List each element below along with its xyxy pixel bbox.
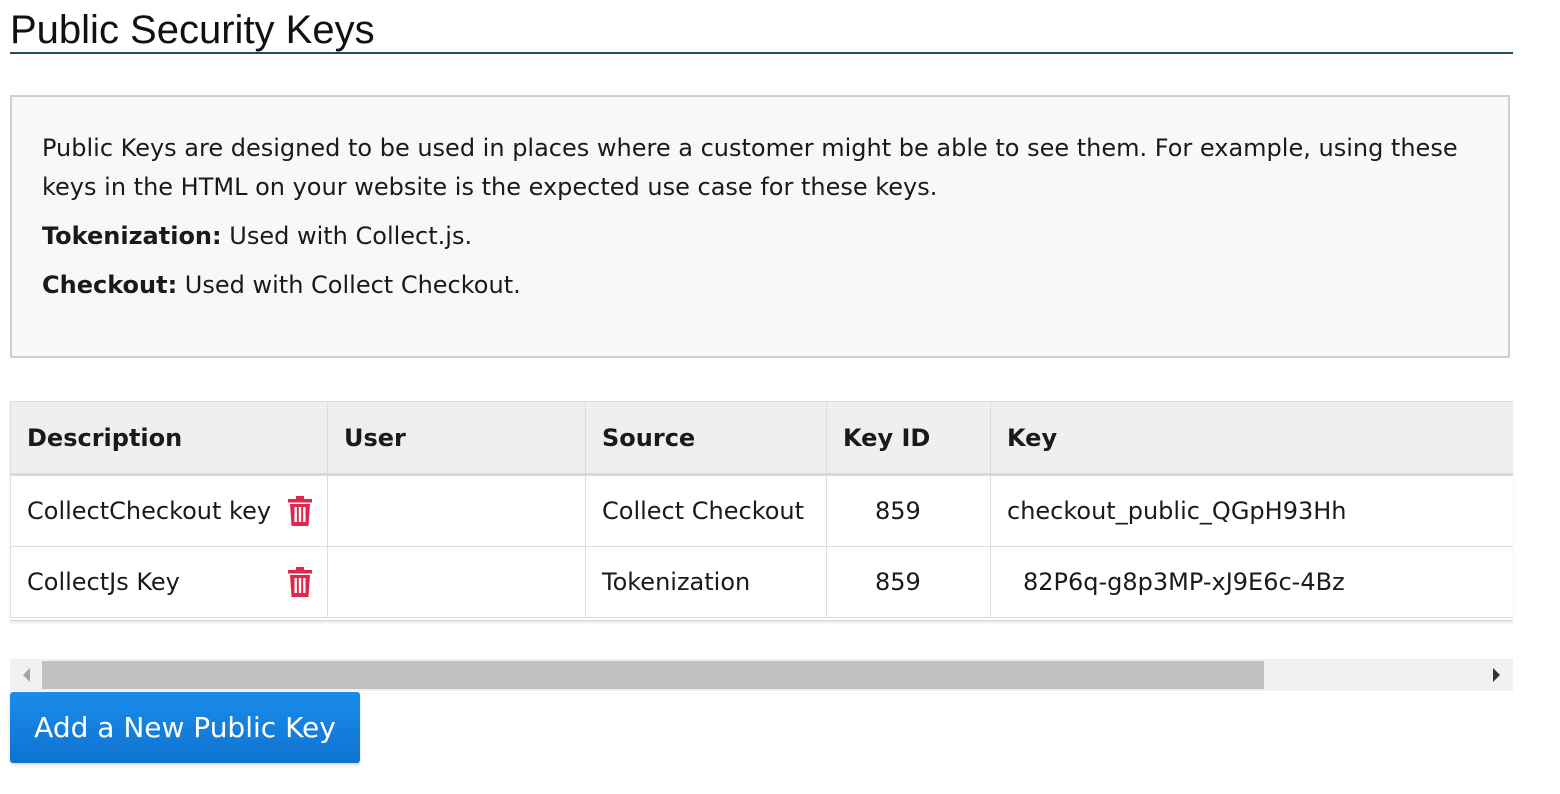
column-header-key-id[interactable]: Key ID xyxy=(826,401,991,476)
cell-key-id: 859 xyxy=(826,546,991,618)
horizontal-scrollbar[interactable] xyxy=(10,659,1513,691)
page-title: Public Security Keys xyxy=(10,8,375,52)
column-header-user[interactable]: User xyxy=(327,401,586,476)
table-row: CollectCheckout key Collect Checkout 859… xyxy=(10,474,1513,547)
description-text: CollectCheckout key xyxy=(27,497,272,525)
description-text: CollectJs Key xyxy=(27,568,180,596)
add-public-key-button[interactable]: Add a New Public Key xyxy=(10,692,360,763)
cell-source: Tokenization xyxy=(585,546,827,618)
cell-key: 82P6q-g8p3MP-xJ9E6c-4Bz xyxy=(990,546,1513,618)
cell-key: checkout_public_QGpH93Hh xyxy=(990,474,1513,547)
arrow-left-icon xyxy=(23,668,30,682)
definition-checkout: Checkout: Used with Collect Checkout. xyxy=(42,268,1478,302)
keys-table-container: Description User Source Key ID Key Colle… xyxy=(10,401,1513,621)
cell-description: CollectCheckout key xyxy=(10,474,328,547)
cell-description: CollectJs Key xyxy=(10,546,328,618)
definition-text: Used with Collect Checkout. xyxy=(177,271,521,299)
column-header-description[interactable]: Description xyxy=(10,401,328,476)
cell-user xyxy=(327,474,586,547)
cell-user xyxy=(327,546,586,618)
column-header-key[interactable]: Key xyxy=(990,401,1513,476)
trash-icon[interactable] xyxy=(287,496,313,526)
arrow-right-icon xyxy=(1493,668,1500,682)
definition-text: Used with Collect.js. xyxy=(221,222,473,250)
scroll-right-button[interactable] xyxy=(1481,659,1513,691)
table-header-row: Description User Source Key ID Key xyxy=(10,401,1513,476)
info-panel: Public Keys are designed to be used in p… xyxy=(10,95,1510,358)
trash-icon[interactable] xyxy=(287,567,313,597)
info-intro: Public Keys are designed to be used in p… xyxy=(42,134,1458,201)
keys-table: Description User Source Key ID Key Colle… xyxy=(10,401,1513,618)
definition-term: Tokenization: xyxy=(42,222,222,250)
cell-key-id: 859 xyxy=(826,474,991,547)
definition-tokenization: Tokenization: Used with Collect.js. xyxy=(42,219,1478,253)
column-header-source[interactable]: Source xyxy=(585,401,827,476)
scrollbar-thumb[interactable] xyxy=(42,661,1264,689)
cell-source: Collect Checkout xyxy=(585,474,827,547)
table-row: CollectJs Key Tokenization 859 82P6q-g8p… xyxy=(10,546,1513,618)
definition-term: Checkout: xyxy=(42,271,178,299)
scroll-left-button[interactable] xyxy=(10,659,42,691)
title-divider xyxy=(10,52,1513,54)
